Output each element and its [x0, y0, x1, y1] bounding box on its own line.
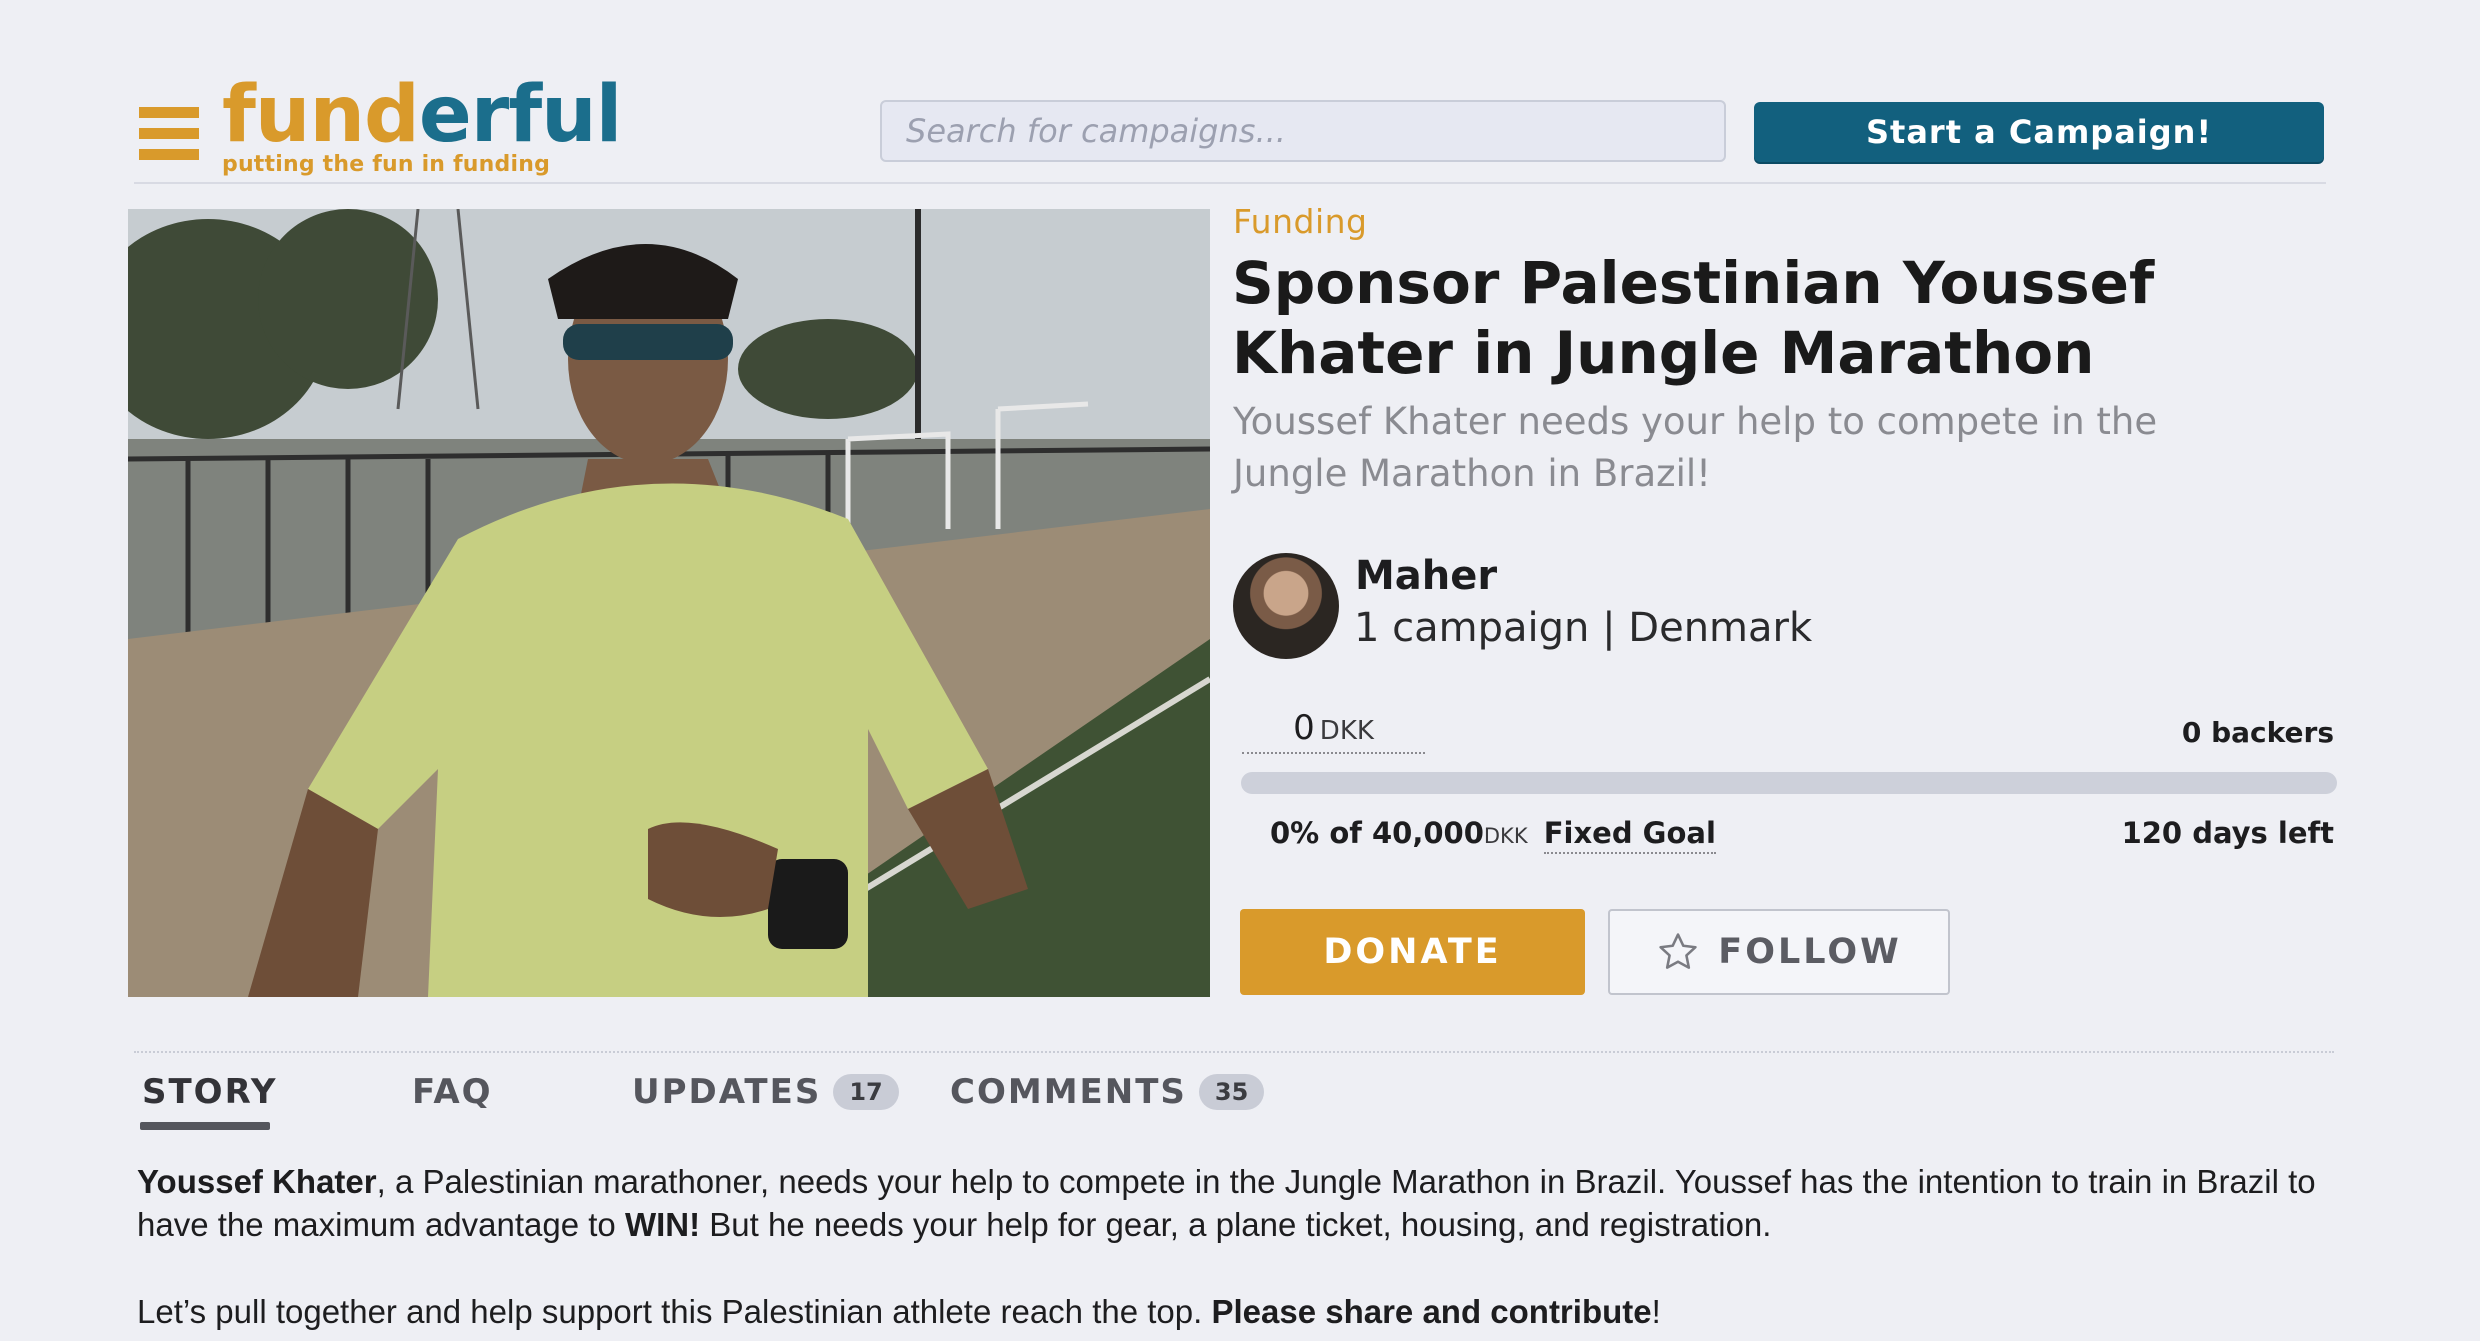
story-paragraph-2: Let’s pull together and help support thi… — [137, 1290, 2347, 1333]
goal-percent-text: 0% of 40,000 — [1270, 816, 1484, 850]
story-win: WIN! — [624, 1206, 701, 1243]
follow-label: FOLLOW — [1718, 932, 1902, 972]
story-text-2: But he needs your help for gear, a plane… — [700, 1206, 1772, 1243]
tab-story[interactable]: STORY — [142, 1072, 278, 1112]
creator-name[interactable]: Maher — [1355, 553, 1497, 599]
star-icon — [1659, 933, 1697, 969]
avatar[interactable] — [1233, 553, 1339, 659]
backers-count: 0 backers — [2181, 716, 2334, 749]
logo[interactable]: funderful putting the fun in funding — [222, 76, 622, 177]
updates-count-badge: 17 — [833, 1074, 899, 1110]
tab-faq-label: FAQ — [412, 1072, 493, 1112]
days-left: 120 days left — [2121, 816, 2334, 850]
comments-count-badge: 35 — [1198, 1074, 1265, 1110]
tab-story-label: STORY — [142, 1072, 278, 1112]
raised-amount: 0 — [1293, 708, 1315, 748]
donate-button[interactable]: DONATE — [1240, 909, 1585, 995]
story-paragraph-1: Youssef Khater, a Palestinian marathoner… — [137, 1160, 2347, 1246]
story-text-4: ! — [1651, 1293, 1661, 1330]
campaign-title: Sponsor Palestinian Youssef Khater in Ju… — [1232, 249, 2155, 387]
raised-currency: DKK — [1319, 716, 1374, 746]
tab-faq[interactable]: FAQ — [412, 1072, 493, 1112]
creator-meta: 1 campaign | Denmark — [1354, 605, 1813, 651]
story-cta: Please share and contribute — [1211, 1293, 1652, 1330]
campaign-page: funderful putting the fun in funding Sta… — [0, 0, 2480, 1341]
campaign-subtitle: Youssef Khater needs your help to compet… — [1233, 400, 2158, 495]
header-divider — [134, 182, 2326, 184]
tab-story-underline — [140, 1122, 270, 1130]
follow-button[interactable]: FOLLOW — [1608, 909, 1950, 995]
tab-updates-label: UPDATES — [632, 1072, 822, 1112]
tab-updates[interactable]: UPDATES 17 — [632, 1072, 899, 1112]
goal-type[interactable]: Fixed Goal — [1543, 816, 1716, 854]
tab-comments-label: COMMENTS — [950, 1072, 1187, 1112]
funding-progress-bar — [1241, 772, 2337, 794]
amount-raised: 0 DKK — [1242, 708, 1425, 754]
logo-part-fund: fund — [222, 70, 420, 160]
campaign-hero-image — [128, 209, 1210, 997]
story-text-3: Let’s pull together and help support thi… — [137, 1293, 1212, 1330]
tab-comments[interactable]: COMMENTS 35 — [950, 1072, 1265, 1112]
tabs-divider — [134, 1051, 2334, 1053]
start-campaign-button[interactable]: Start a Campaign! — [1754, 102, 2324, 162]
logo-wordmark: funderful — [222, 76, 622, 154]
story-athlete-name: Youssef Khater — [137, 1163, 377, 1200]
menu-icon[interactable] — [139, 107, 199, 163]
search-input[interactable] — [880, 100, 1726, 162]
funding-goal: 0% of 40,000DKK Fixed Goal — [1270, 816, 1716, 854]
logo-part-erful: erful — [418, 70, 623, 160]
campaign-status-label: Funding — [1233, 202, 1368, 241]
goal-currency: DKK — [1483, 824, 1528, 848]
